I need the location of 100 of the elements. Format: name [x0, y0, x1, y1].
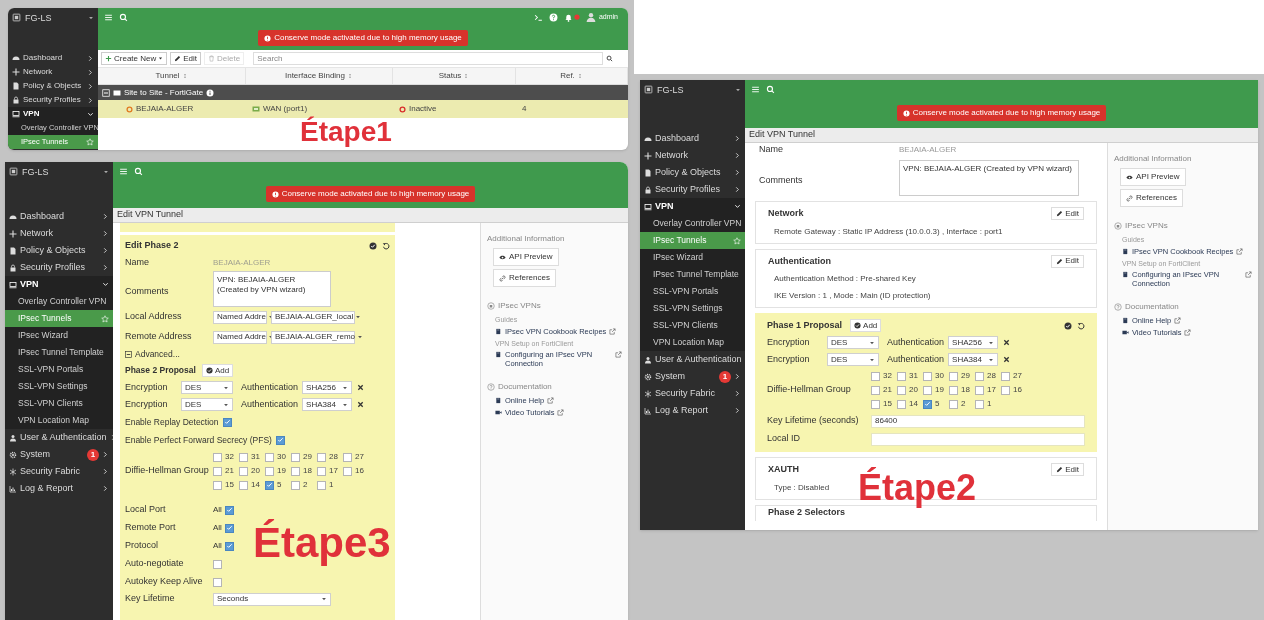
dropdown[interactable]: DES [827, 353, 879, 366]
checkbox[interactable] [224, 505, 234, 515]
dropdown[interactable]: Seconds [213, 592, 331, 606]
sidebar-item[interactable]: Network [8, 65, 98, 79]
edit-button[interactable]: Edit [170, 52, 202, 65]
checkbox[interactable] [224, 523, 234, 533]
sidebar-item[interactable]: User & Authentication [5, 429, 113, 446]
checkbox[interactable] [291, 452, 300, 462]
checkbox[interactable] [239, 452, 248, 462]
checkbox[interactable] [224, 541, 234, 551]
checkbox[interactable] [265, 480, 274, 490]
add-button[interactable]: Add [201, 364, 234, 377]
dropdown[interactable]: DES [181, 381, 233, 394]
sidebar-item[interactable]: IPsec Wizard [5, 327, 113, 344]
checkbox[interactable] [923, 399, 932, 409]
edit-button[interactable]: Edit [1051, 463, 1084, 477]
checkbox[interactable] [871, 371, 880, 381]
advanced-toggle[interactable]: Advanced... [125, 347, 390, 362]
info-button[interactable]: API Preview [1120, 168, 1186, 186]
column-header[interactable]: Interface Binding [246, 68, 393, 84]
checkbox[interactable] [897, 385, 906, 395]
sidebar-item[interactable]: User & Authentication [640, 351, 745, 368]
checkbox[interactable] [239, 480, 248, 490]
sidebar-item[interactable]: System 1 [5, 446, 113, 463]
checkbox[interactable] [1001, 385, 1010, 395]
sidebar-item[interactable]: SSL-VPN Clients [640, 317, 745, 334]
sidebar-item[interactable]: VPN [640, 198, 745, 215]
sidebar-item[interactable]: Security Fabric [640, 385, 745, 402]
checkbox[interactable] [275, 435, 285, 445]
dropdown[interactable]: DES [181, 398, 233, 411]
remove-button[interactable] [1002, 338, 1012, 347]
checkbox[interactable] [949, 399, 958, 409]
checkbox[interactable] [317, 480, 326, 490]
checkbox[interactable] [213, 559, 222, 569]
edit-button[interactable]: Edit [1051, 207, 1084, 221]
checkbox[interactable] [1001, 371, 1010, 381]
create-button[interactable]: Create New [101, 52, 168, 65]
checkbox[interactable] [213, 577, 222, 587]
comments-field[interactable]: VPN: BEJAIA-ALGER (Created by VPN wizard) [899, 160, 1079, 196]
sidebar-item[interactable]: Dashboard [640, 130, 745, 147]
sidebar-item[interactable]: Security Profiles [640, 181, 745, 198]
sidebar-item[interactable]: Dashboard [8, 51, 98, 65]
sidebar-item[interactable]: SSL-VPN Portals [640, 283, 745, 300]
checkbox[interactable] [213, 452, 222, 462]
sidebar-item[interactable]: Policy & Objects [5, 242, 113, 259]
checkbox[interactable] [265, 452, 274, 462]
sidebar-item[interactable]: IPsec Wizard [640, 249, 745, 266]
sidebar-item[interactable]: VPN Location Map [5, 412, 113, 429]
checkbox[interactable] [897, 399, 906, 409]
sidebar-item[interactable]: SSL-VPN Settings [640, 300, 745, 317]
remove-button[interactable] [356, 400, 366, 409]
remove-button[interactable] [1002, 355, 1012, 364]
dropdown[interactable]: DES [827, 336, 879, 349]
column-header[interactable]: Tunnel [98, 68, 246, 84]
remove-button[interactable] [356, 383, 366, 392]
column-header[interactable]: Ref. [516, 68, 628, 84]
checkbox[interactable] [265, 466, 274, 476]
sidebar-item[interactable]: System 1 [640, 368, 745, 385]
checkbox[interactable] [213, 466, 222, 476]
column-header[interactable]: Status [393, 68, 516, 84]
checkbox[interactable] [975, 371, 984, 381]
sidebar-item[interactable]: VPN [5, 276, 113, 293]
checkbox[interactable] [871, 385, 880, 395]
edit-button[interactable]: Edit [1051, 254, 1084, 268]
checkbox[interactable] [291, 466, 300, 476]
sidebar-item[interactable]: VPN Location Map [640, 334, 745, 351]
sidebar-item[interactable]: VPN [8, 107, 98, 121]
checkbox[interactable] [949, 385, 958, 395]
text-field[interactable]: 86400 [871, 414, 1085, 428]
text-field[interactable] [871, 432, 1085, 446]
undo-button[interactable] [382, 242, 390, 250]
checkbox[interactable] [291, 480, 300, 490]
sidebar-item[interactable]: Overlay Controller VPN [640, 215, 745, 232]
undo-button[interactable] [1077, 321, 1085, 330]
checkbox[interactable] [317, 452, 326, 462]
checkbox[interactable] [923, 371, 932, 381]
sidebar-item[interactable]: IPsec Tunnel Template [5, 344, 113, 361]
sidebar-item[interactable]: IPsec Tunnel Template [640, 266, 745, 283]
checkbox[interactable] [949, 371, 958, 381]
checkbox[interactable] [343, 452, 352, 462]
checkbox[interactable] [343, 466, 352, 476]
comments-field[interactable]: VPN: BEJAIA-ALGER (Created by VPN wizard) [213, 271, 331, 307]
sidebar-item[interactable]: Policy & Objects [640, 164, 745, 181]
checkbox[interactable] [239, 466, 248, 476]
sidebar-item[interactable]: Policy & Objects [8, 79, 98, 93]
sidebar-item[interactable]: Security Profiles [8, 93, 98, 107]
sidebar-item[interactable]: Dashboard [5, 208, 113, 225]
info-button[interactable]: References [493, 269, 556, 287]
checkbox[interactable] [317, 466, 326, 476]
sidebar-item[interactable]: SSL-VPN Settings [5, 378, 113, 395]
checkbox[interactable] [871, 399, 880, 409]
sidebar-item[interactable]: Security Fabric [5, 463, 113, 480]
search-field[interactable]: Search [253, 52, 604, 65]
checkbox[interactable] [213, 480, 222, 490]
sidebar-item[interactable]: Log & Report [5, 480, 113, 497]
add-button[interactable]: Add [850, 319, 882, 332]
confirm-button[interactable] [369, 242, 377, 250]
sidebar-item[interactable]: Network [640, 147, 745, 164]
info-button[interactable]: API Preview [493, 248, 559, 266]
dropdown[interactable]: SHA384 [948, 353, 999, 366]
